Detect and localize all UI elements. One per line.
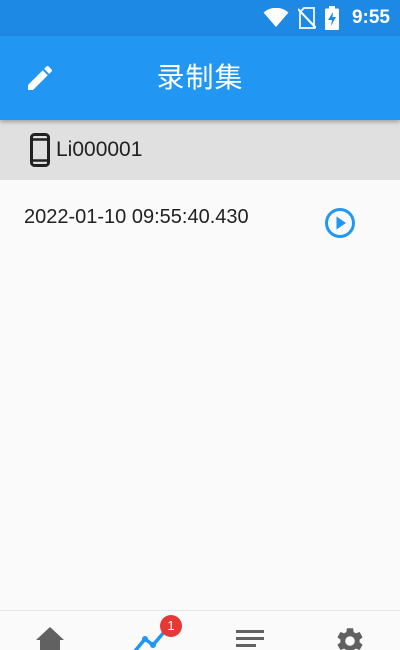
notification-badge: 1 [160, 615, 182, 637]
recording-timestamp: 2022-01-10 09:55:40.430 [24, 206, 249, 228]
gear-icon [337, 628, 363, 650]
list-item[interactable]: 2022-01-10 09:55:40.430 [0, 180, 400, 260]
bottom-navigation: 1 [0, 610, 400, 650]
app-bar: 录制集 [0, 36, 400, 120]
nav-item-settings[interactable] [300, 611, 400, 650]
no-sim-icon [297, 7, 316, 29]
list-icon [236, 630, 264, 647]
nav-item-home[interactable] [0, 611, 100, 650]
play-circle-icon [325, 208, 355, 238]
recording-list: 2022-01-10 09:55:40.430 [0, 180, 400, 260]
nav-item-trends[interactable]: 1 [100, 611, 200, 650]
device-label: Li000001 [56, 138, 143, 161]
device-header: Li000001 [0, 120, 400, 180]
nav-item-list[interactable] [200, 611, 300, 650]
status-icons: 9:55 [263, 0, 390, 36]
battery-charging-icon [324, 6, 339, 30]
phone-icon [30, 133, 50, 167]
home-icon [36, 627, 64, 650]
play-button[interactable] [323, 206, 357, 240]
recordings-screen: 9:55 录制集 Li000001 2022-01-10 09:55:40.43… [0, 0, 400, 650]
wifi-icon [263, 8, 289, 27]
status-time: 9:55 [351, 7, 390, 28]
page-title: 录制集 [156, 61, 244, 94]
status-bar: 9:55 [0, 0, 400, 36]
